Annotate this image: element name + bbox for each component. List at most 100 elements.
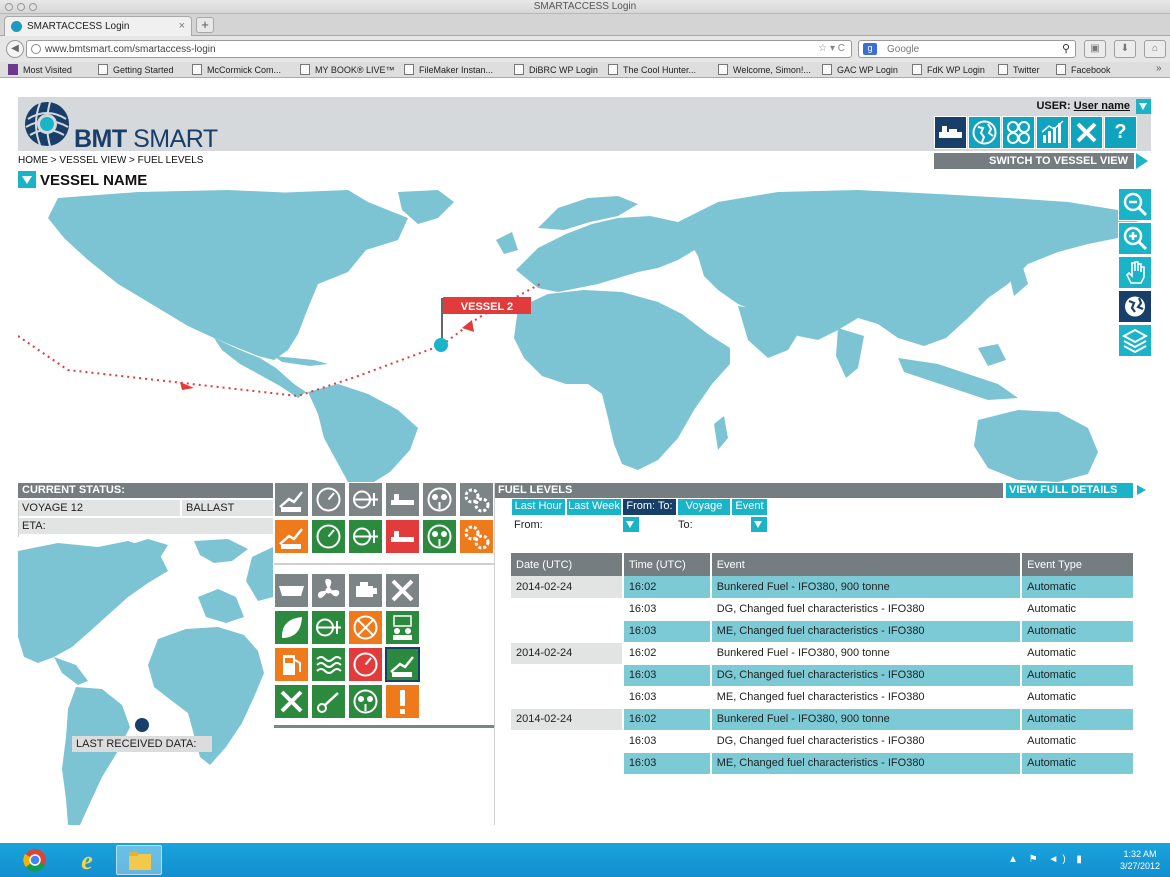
fuel-levels-button[interactable] (385, 647, 420, 682)
google-icon[interactable]: g (863, 43, 877, 55)
bookmark-item[interactable]: FdK WP Login (912, 64, 985, 75)
settings-tools-button[interactable] (1070, 116, 1103, 149)
column-header[interactable]: Time (UTC) (622, 553, 712, 576)
bookmark-star-icon[interactable]: ☆ ▾ C (818, 43, 845, 54)
tab-last-hour[interactable]: Last Hour (512, 499, 566, 515)
search-icon[interactable]: ⚲ (1062, 42, 1070, 55)
tab-voyage[interactable]: Voyage (678, 499, 731, 515)
tab-last-week[interactable]: Last Week (567, 499, 622, 515)
column-header[interactable]: Date (UTC) (511, 553, 624, 576)
zoom-out-button[interactable] (1118, 188, 1152, 221)
compass-button[interactable] (422, 482, 457, 517)
weather-button[interactable] (311, 647, 346, 682)
repairs-button[interactable] (274, 684, 309, 719)
globe-map-button[interactable] (1118, 290, 1152, 323)
back-button[interactable]: ◀ (6, 40, 24, 58)
user-name-link[interactable]: User name (1074, 100, 1130, 112)
user-dropdown-icon[interactable] (1136, 99, 1151, 114)
alerts-button[interactable] (385, 684, 420, 719)
explorer-taskbar-button[interactable] (116, 845, 162, 875)
taskbar-clock[interactable]: 1:32 AM 3/27/2012 (1120, 848, 1160, 872)
close-tab-icon[interactable]: × (179, 20, 185, 32)
switch-vessel-view-button[interactable]: SWITCH TO VESSEL VIEW (934, 153, 1134, 169)
view-full-details-arrow-icon[interactable] (1137, 485, 1146, 495)
bookmark-item[interactable]: Welcome, Simon!... (718, 64, 811, 75)
search-input[interactable]: g Google ⚲ (858, 40, 1076, 58)
hull-button[interactable] (274, 573, 309, 608)
valve-button[interactable] (348, 610, 383, 645)
from-dropdown-icon[interactable] (623, 517, 639, 532)
fuel-trend-alert-button[interactable] (274, 519, 309, 554)
vessel-alert-button[interactable] (385, 519, 420, 554)
status-mini-map[interactable] (18, 537, 273, 825)
shaft-button[interactable] (348, 482, 383, 517)
pipework-button[interactable] (311, 684, 346, 719)
bookmark-item[interactable]: McCormick Com... (192, 64, 281, 75)
fleet-view-button[interactable] (1002, 116, 1035, 149)
crew-button[interactable] (385, 610, 420, 645)
fuel-trend-button[interactable] (274, 482, 309, 517)
table-row[interactable]: 16:03 ME, Changed fuel characteristics -… (511, 752, 1135, 775)
column-header[interactable]: Event (710, 553, 1023, 576)
vessel-view-button[interactable] (934, 116, 967, 149)
address-bar[interactable]: www.bmtsmart.com/smartaccess-login ☆ ▾ C (26, 40, 852, 58)
vessel-label[interactable]: VESSEL 2 (461, 301, 513, 313)
navigation-button[interactable] (348, 684, 383, 719)
pressure-gauge-button[interactable] (348, 647, 383, 682)
propeller-button[interactable] (311, 573, 346, 608)
view-full-details-button[interactable]: VIEW FULL DETAILS (1006, 483, 1133, 498)
pan-button[interactable] (1118, 256, 1152, 289)
bookmark-item[interactable]: MY BOOK® LIVE™ (300, 64, 395, 75)
zoom-in-button[interactable] (1118, 222, 1152, 255)
vessel-dropdown-icon[interactable] (18, 171, 36, 188)
ie-taskbar-button[interactable]: e (64, 845, 110, 875)
shaft-ok-button[interactable] (348, 519, 383, 554)
layers-button[interactable] (1118, 324, 1152, 357)
more-bookmarks-icon[interactable]: » (1156, 63, 1162, 74)
bookmark-item[interactable]: DiBRC WP Login (514, 64, 598, 75)
globe-view-button[interactable] (968, 116, 1001, 149)
table-row[interactable]: 2014-02-24 16:02 Bunkered Fuel - IFO380,… (511, 642, 1135, 665)
switch-arrow-icon[interactable] (1136, 153, 1148, 169)
table-row[interactable]: 16:03 DG, Changed fuel characteristics -… (511, 730, 1135, 753)
table-row[interactable]: 16:03 ME, Changed fuel characteristics -… (511, 620, 1135, 643)
world-map[interactable]: VESSEL 2 (18, 188, 1151, 482)
table-row[interactable]: 2014-02-24 16:02 Bunkered Fuel - IFO380,… (511, 708, 1135, 731)
browser-tab[interactable]: SMARTACCESS Login × (4, 16, 192, 36)
tab-event[interactable]: Event (732, 499, 768, 515)
home-button[interactable]: ⌂ (1144, 40, 1166, 58)
reports-button[interactable] (1036, 116, 1069, 149)
engine-gears-alert-button[interactable] (459, 519, 494, 554)
vessel-status-button[interactable] (385, 482, 420, 517)
system-tray-icons[interactable]: ▲ ⚑ ◄) ▮ (1008, 854, 1086, 865)
table-row[interactable]: 16:03 DG, Changed fuel characteristics -… (511, 664, 1135, 687)
shaft-power-button[interactable] (311, 610, 346, 645)
bookmark-item[interactable]: Facebook (1056, 64, 1111, 75)
bookmark-item[interactable]: GAC WP Login (822, 64, 898, 75)
table-row[interactable]: 16:03 DG, Changed fuel characteristics -… (511, 598, 1135, 621)
engine-gears-button[interactable] (459, 482, 494, 517)
tab-from-to[interactable]: From: To: (623, 499, 677, 515)
engine-button[interactable] (348, 573, 383, 608)
table-row[interactable]: 16:03 ME, Changed fuel characteristics -… (511, 686, 1135, 709)
to-dropdown-icon[interactable] (751, 517, 767, 532)
bookmark-item[interactable]: Most Visited (8, 64, 72, 75)
speed-ok-button[interactable] (311, 519, 346, 554)
help-button[interactable]: ? (1104, 116, 1137, 149)
new-tab-button[interactable]: + (196, 17, 214, 33)
fuel-pump-button[interactable] (274, 647, 309, 682)
window-menu-button[interactable]: ▣ (1084, 40, 1106, 58)
table-row[interactable]: 2014-02-24 16:02 Bunkered Fuel - IFO380,… (511, 576, 1135, 599)
speed-gauge-button[interactable] (311, 482, 346, 517)
bookmark-item[interactable]: FileMaker Instan... (404, 64, 493, 75)
bookmark-item[interactable]: Twitter (998, 64, 1040, 75)
environment-button[interactable] (274, 610, 309, 645)
compass-ok-button[interactable] (422, 519, 457, 554)
downloads-button[interactable]: ⬇ (1114, 40, 1136, 58)
chrome-taskbar-button[interactable] (12, 845, 58, 875)
column-header[interactable]: Event Type (1021, 553, 1135, 576)
bookmark-item[interactable]: The Cool Hunter... (608, 64, 696, 75)
bookmark-item[interactable]: Getting Started (98, 64, 174, 75)
vessel-selector[interactable]: VESSEL NAME (18, 171, 147, 189)
maintenance-button[interactable] (385, 573, 420, 608)
